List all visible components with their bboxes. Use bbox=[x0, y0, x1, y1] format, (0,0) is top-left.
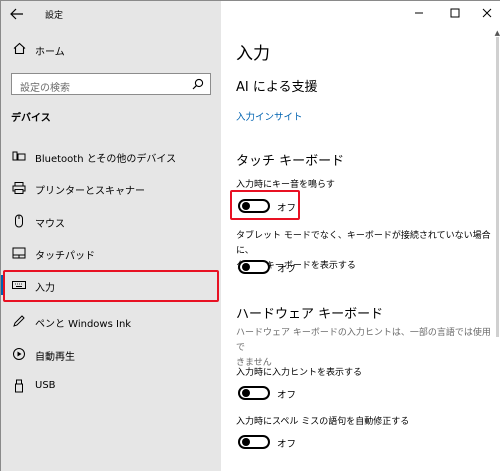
text-suggestions-label: 入力時に入力ヒントを表示する bbox=[236, 368, 363, 378]
show-touch-keyboard-label: タブレット モードでなく、キーボードが接続されていない場合に、 タッチ キーボー… bbox=[236, 229, 491, 274]
sidebar: 設定 ホーム 設定の検索 デバイス Bluetooth とその他のデバイス プリ… bbox=[1, 1, 221, 471]
show-touch-keyboard-label-line2: タッチ キーボードを表示する bbox=[236, 261, 356, 271]
hardware-keyboard-description-line1: ハードウェア キーボードの入力ヒントは、一部の言語では使用で bbox=[236, 328, 491, 353]
usb-icon bbox=[15, 379, 23, 393]
show-touch-keyboard-toggle-state: オフ bbox=[277, 264, 297, 275]
text-suggestions-toggle[interactable] bbox=[238, 386, 270, 400]
hardware-keyboard-heading: ハードウェア キーボード bbox=[236, 307, 384, 322]
autocorrect-toggle-state: オフ bbox=[277, 439, 297, 450]
touchpad-icon bbox=[12, 247, 26, 259]
sidebar-item-touchpad[interactable]: タッチパッド bbox=[1, 239, 221, 267]
back-button[interactable] bbox=[10, 5, 28, 21]
title-bar: 設定 bbox=[1, 1, 221, 29]
app-title: 設定 bbox=[45, 11, 64, 21]
sidebar-item-label: USB bbox=[35, 380, 56, 391]
touch-keyboard-heading: タッチ キーボード bbox=[236, 154, 345, 169]
close-icon bbox=[482, 8, 492, 18]
toggle-knob bbox=[242, 438, 250, 446]
maximize-icon bbox=[450, 8, 460, 18]
sidebar-item-label: タッチパッド bbox=[35, 251, 95, 262]
sidebar-item-printers[interactable]: プリンターとスキャナー bbox=[1, 174, 221, 202]
search-placeholder: 設定の検索 bbox=[20, 83, 70, 94]
mouse-icon bbox=[15, 214, 23, 228]
sidebar-item-autoplay[interactable]: 自動再生 bbox=[1, 340, 221, 368]
page-title: 入力 bbox=[236, 44, 270, 64]
scrollbar[interactable] bbox=[496, 37, 499, 337]
section-header-devices: デバイス bbox=[11, 113, 51, 124]
highlight-box-key-sound-toggle bbox=[230, 190, 300, 220]
home-nav-item[interactable]: ホーム bbox=[1, 38, 221, 60]
minimize-icon bbox=[415, 12, 423, 14]
scroll-up-arrow-icon[interactable]: ▲ bbox=[495, 29, 500, 37]
printer-icon bbox=[12, 182, 26, 194]
autoplay-icon bbox=[13, 348, 25, 360]
sidebar-item-pen[interactable]: ペンと Windows Ink bbox=[1, 307, 221, 335]
sidebar-item-bluetooth[interactable]: Bluetooth とその他のデバイス bbox=[1, 142, 221, 170]
bluetooth-devices-icon bbox=[12, 151, 26, 161]
typing-insights-link[interactable]: 入力インサイト bbox=[236, 109, 303, 123]
sidebar-item-label: プリンターとスキャナー bbox=[35, 186, 145, 197]
settings-search-input[interactable]: 設定の検索 bbox=[11, 73, 211, 95]
sidebar-item-label: マウス bbox=[35, 219, 65, 230]
close-button[interactable] bbox=[477, 5, 497, 21]
sidebar-item-label: ペンと Windows Ink bbox=[35, 319, 132, 330]
sidebar-item-mouse[interactable]: マウス bbox=[1, 207, 221, 235]
show-touch-keyboard-label-line1: タブレット モードでなく、キーボードが接続されていない場合に、 bbox=[236, 231, 491, 256]
hardware-keyboard-description: ハードウェア キーボードの入力ヒントは、一部の言語では使用で きません bbox=[236, 326, 491, 371]
autocorrect-label: 入力時にスペル ミスの語句を自動修正する bbox=[236, 417, 410, 427]
ai-assist-heading: AI による支援 bbox=[236, 80, 318, 95]
sidebar-item-label: 自動再生 bbox=[35, 352, 75, 363]
sidebar-item-usb[interactable]: USB bbox=[1, 372, 221, 400]
back-arrow-icon bbox=[10, 8, 23, 20]
home-label: ホーム bbox=[35, 47, 65, 58]
sidebar-item-label: Bluetooth とその他のデバイス bbox=[35, 154, 177, 165]
toggle-knob bbox=[242, 263, 250, 271]
search-icon bbox=[192, 78, 204, 90]
home-icon bbox=[13, 42, 26, 55]
autocorrect-toggle[interactable] bbox=[238, 435, 270, 449]
text-suggestions-toggle-state: オフ bbox=[277, 390, 297, 401]
show-touch-keyboard-toggle[interactable] bbox=[238, 260, 270, 274]
minimize-button[interactable] bbox=[409, 5, 429, 21]
maximize-button[interactable] bbox=[445, 5, 465, 21]
main-content: ▲ 入力 AI による支援 入力インサイト タッチ キーボード 入力時にキー音を… bbox=[221, 1, 500, 471]
highlight-box-typing-nav bbox=[3, 270, 219, 302]
pen-icon bbox=[13, 315, 25, 327]
toggle-knob bbox=[242, 389, 250, 397]
